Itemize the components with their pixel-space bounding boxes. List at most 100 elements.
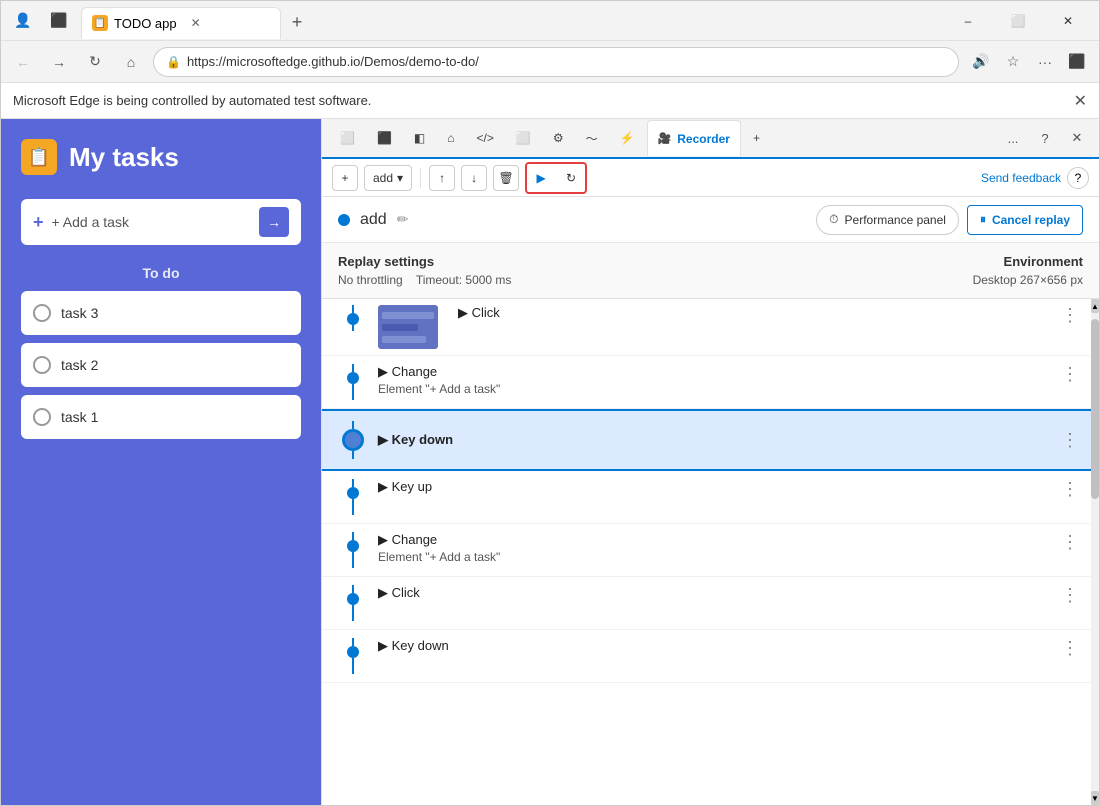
replay-settings-detail: No throttling Timeout: 5000 ms [338, 273, 973, 287]
step-row-keyup[interactable]: ▶ Key up ⋮ [322, 471, 1099, 524]
step-dot-change2 [347, 540, 359, 552]
step-row-click-2[interactable]: ▶ Click ⋮ [322, 577, 1099, 630]
tab-close-btn[interactable]: ✕ [191, 16, 201, 30]
send-feedback-link[interactable]: Send feedback [981, 171, 1061, 185]
tab-accessibility[interactable]: ⚡ [610, 120, 645, 156]
steps-list: ▶ Click ⋮ ▶ Change Element "+ [322, 299, 1099, 683]
back-btn[interactable]: ← [9, 48, 37, 76]
step-change1-action: ▶ Change [378, 364, 1057, 380]
user-icon[interactable]: 👤 [9, 7, 37, 35]
step-row-change-2[interactable]: ▶ Change Element "+ Add a task" ⋮ [322, 524, 1099, 577]
task-checkbox-3[interactable] [33, 304, 51, 322]
tab-screen[interactable]: ⬜ [506, 120, 541, 156]
section-label: To do [21, 265, 301, 281]
scrollbar-thumb[interactable] [1091, 319, 1099, 499]
recorder-icon: 🎥 [658, 132, 672, 145]
step-replay-btn[interactable]: ↻ [558, 165, 584, 191]
performance-panel-btn[interactable]: ⏱ Performance panel [816, 205, 959, 235]
info-bar-close-btn[interactable]: ✕ [1074, 91, 1087, 111]
steps-scrollbar[interactable]: ▲ ▼ [1091, 299, 1099, 805]
tab-elements[interactable]: ⬜ [330, 120, 365, 156]
delete-step-btn[interactable]: 🗑 [493, 165, 519, 191]
step-change2-menu[interactable]: ⋮ [1057, 532, 1083, 553]
tab-console[interactable]: ⬛ [367, 120, 402, 156]
devtools-help-btn[interactable]: ? [1031, 124, 1059, 152]
step-keyup-menu[interactable]: ⋮ [1057, 479, 1083, 500]
url-bar[interactable]: 🔒 https://microsoftedge.github.io/Demos/… [153, 47, 959, 77]
tab-recorder[interactable]: 🎥 Recorder [647, 120, 741, 156]
step-click2-menu[interactable]: ⋮ [1057, 585, 1083, 606]
add-task-bar[interactable]: + + Add a task → [21, 199, 301, 245]
step-change2-content: ▶ Change Element "+ Add a task" [368, 532, 1057, 564]
task-checkbox-2[interactable] [33, 356, 51, 374]
step-keydown2-action: ▶ Key down [378, 638, 1057, 654]
perf-btn-label: Performance panel [845, 213, 946, 227]
recorder-tab-label: Recorder [677, 132, 730, 146]
throttling-label: No throttling [338, 273, 403, 287]
tab-html[interactable]: </> [467, 120, 504, 156]
header-actions: ⏱ Performance panel ⏸ Cancel replay [816, 205, 1083, 235]
tab-network[interactable]: 〜 [576, 120, 608, 156]
add-step-label: add [373, 171, 393, 185]
favorites-btn[interactable]: ☆ [999, 48, 1027, 76]
add-task-arrow-btn[interactable]: → [259, 207, 289, 237]
move-down-btn[interactable]: ↓ [461, 165, 487, 191]
step-click-content: ▶ Click [448, 305, 1057, 321]
step-row-keydown-2[interactable]: ▶ Key down ⋮ [322, 630, 1099, 683]
step-change2-action: ▶ Change [378, 532, 1057, 548]
step-change1-menu[interactable]: ⋮ [1057, 364, 1083, 385]
active-tab[interactable]: 📋 TODO app ✕ [81, 7, 281, 39]
step-change2-detail: Element "+ Add a task" [378, 550, 1057, 564]
tab-sidebar-toggle[interactable]: ◧ [404, 120, 435, 156]
home-btn[interactable]: ⌂ [117, 48, 145, 76]
add-step-dropdown[interactable]: add ▾ [364, 165, 412, 191]
window-controls: – ⬜ ✕ [945, 5, 1091, 37]
devtools-more-btn[interactable]: ... [999, 124, 1027, 152]
play-btn[interactable]: ▶ [528, 165, 554, 191]
devtools-more-actions: ... ? ✕ [999, 124, 1091, 152]
add-step-btn[interactable]: + [332, 165, 358, 191]
more-btn[interactable]: ··· [1031, 48, 1059, 76]
step-row-change-1[interactable]: ▶ Change Element "+ Add a task" ⋮ [322, 356, 1099, 409]
step-row-click[interactable]: ▶ Click ⋮ [322, 299, 1099, 356]
replay-settings-title: Replay settings [338, 254, 973, 269]
step-keydown1-menu[interactable]: ⋮ [1057, 430, 1083, 451]
tab-add-more[interactable]: + [743, 120, 770, 156]
step-row-keydown-1[interactable]: ▶ Key down ⋮ [322, 409, 1099, 471]
timeout-label: Timeout: 5000 ms [416, 273, 512, 287]
maximize-btn[interactable]: ⬜ [995, 5, 1041, 37]
refresh-btn[interactable]: ↻ [81, 48, 109, 76]
read-aloud-btn[interactable]: 🔊 [967, 48, 995, 76]
browser-window: 👤 ⬛ 📋 TODO app ✕ + – ⬜ ✕ ← → ↻ ⌂ 🔒 https… [0, 0, 1100, 806]
new-tab-btn[interactable]: + [281, 7, 313, 39]
task-label-1: task 1 [61, 409, 98, 425]
task-item-3[interactable]: task 3 [21, 291, 301, 335]
task-item-1[interactable]: task 1 [21, 395, 301, 439]
tab-debug[interactable]: ⚙ [543, 120, 574, 156]
step-click2-content: ▶ Click [368, 585, 1057, 601]
step-click-menu[interactable]: ⋮ [1057, 305, 1083, 326]
help-btn[interactable]: ? [1067, 167, 1089, 189]
step-click-action: ▶ Click [458, 305, 1057, 321]
forward-btn[interactable]: → [45, 48, 73, 76]
devtools-close-btn[interactable]: ✕ [1063, 124, 1091, 152]
sidebar-toggle[interactable]: ⬛ [45, 7, 73, 35]
environment-info: Environment Desktop 267×656 px [973, 254, 1083, 287]
step-dot-keydown [342, 429, 364, 451]
minimize-btn[interactable]: – [945, 5, 991, 37]
cancel-replay-btn[interactable]: ⏸ Cancel replay [967, 205, 1083, 235]
step-keydown-content: ▶ Key down [368, 432, 1057, 448]
tab-title: TODO app [114, 16, 177, 31]
task-item-2[interactable]: task 2 [21, 343, 301, 387]
task-checkbox-1[interactable] [33, 408, 51, 426]
tab-home[interactable]: ⌂ [437, 120, 464, 156]
move-up-btn[interactable]: ↑ [429, 165, 455, 191]
close-btn[interactable]: ✕ [1045, 5, 1091, 37]
edit-step-name-icon[interactable]: ✏ [397, 211, 409, 228]
profile-btn[interactable]: ⬛ [1063, 48, 1091, 76]
add-icon: + [33, 212, 44, 233]
recorder-header: add ✏ ⏱ Performance panel ⏸ Cancel repla… [322, 197, 1099, 243]
address-bar: ← → ↻ ⌂ 🔒 https://microsoftedge.github.i… [1, 41, 1099, 83]
todo-sidebar: 📋 My tasks + + Add a task → To do task 3… [1, 119, 321, 805]
step-keydown2-menu[interactable]: ⋮ [1057, 638, 1083, 659]
